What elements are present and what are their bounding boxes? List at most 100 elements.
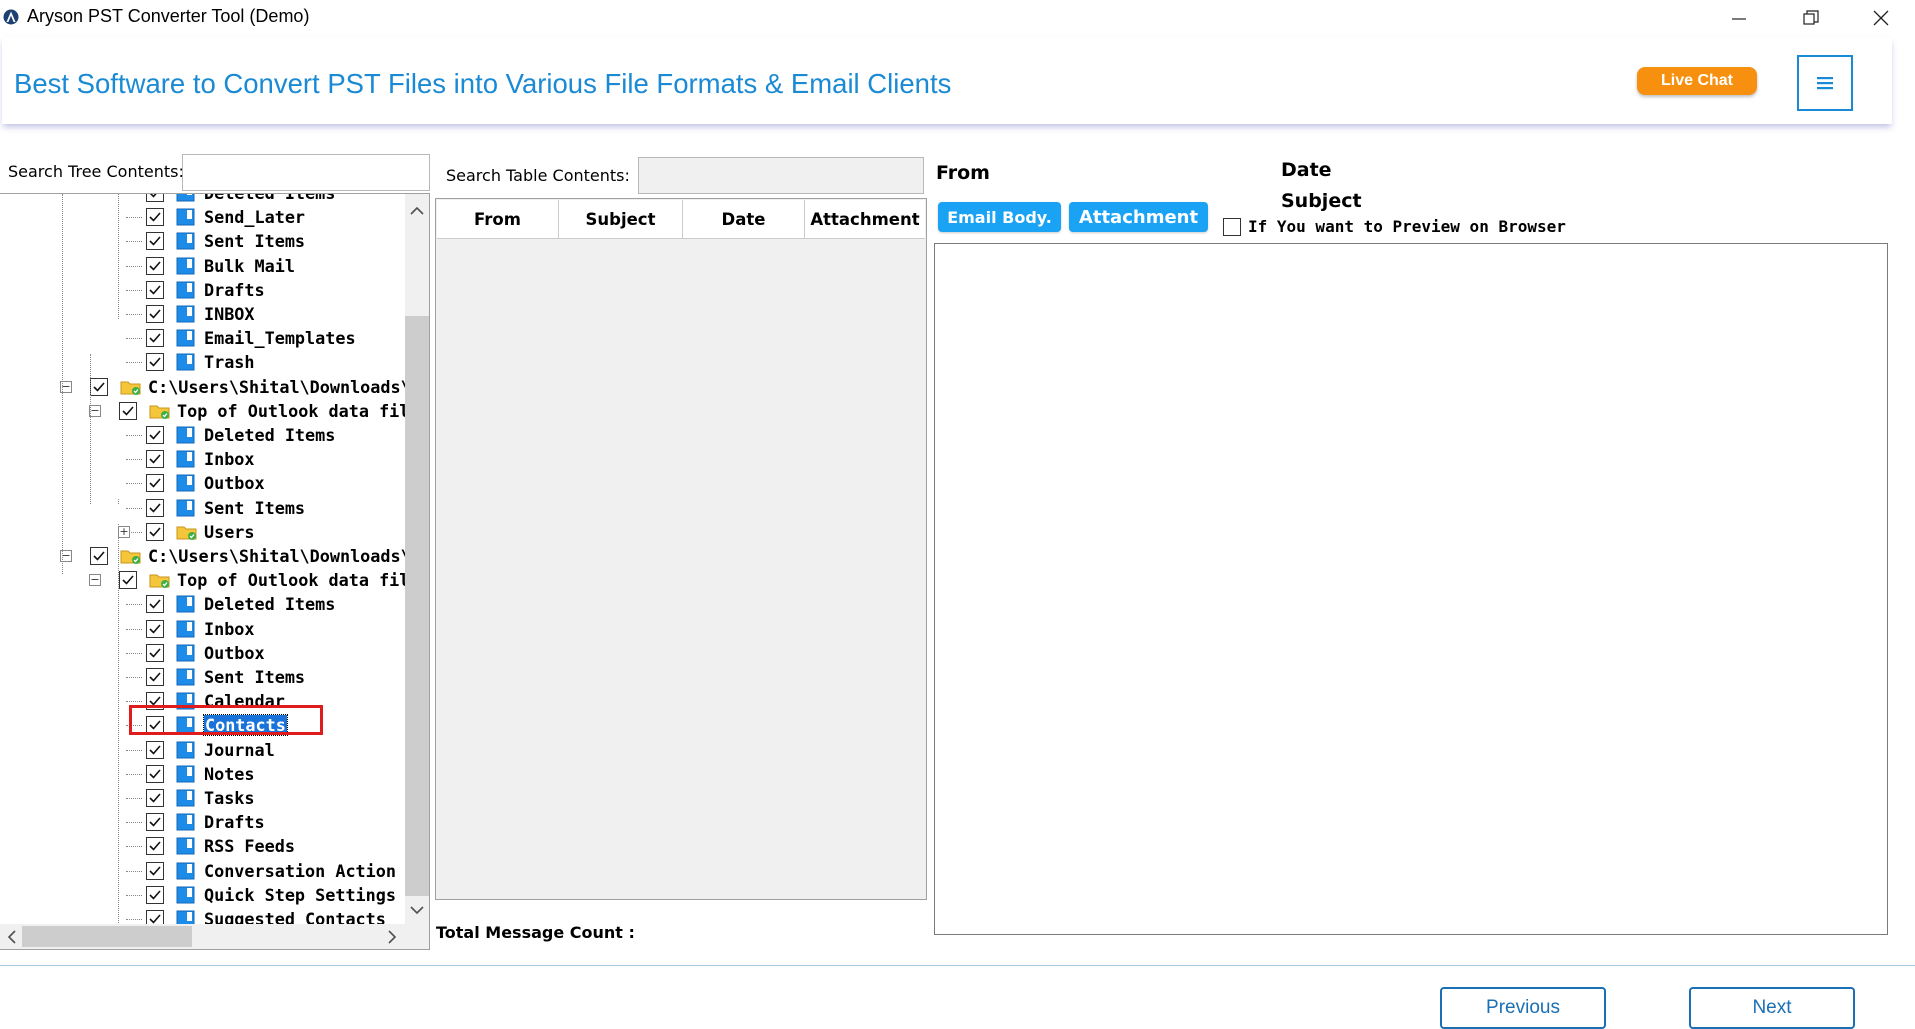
table-search-input[interactable]	[638, 157, 924, 194]
tree-item-label: Deleted Items	[204, 594, 336, 615]
preview-browser-checkbox[interactable]	[1223, 218, 1241, 236]
scroll-down-arrow[interactable]	[405, 900, 429, 920]
tree-item[interactable]: Sent Items	[142, 496, 305, 520]
tree-item-checkbox[interactable]	[142, 592, 168, 616]
tree-item[interactable]: Deleted Items	[142, 592, 335, 616]
chevron-up-icon	[410, 206, 424, 215]
checkbox-checked-icon	[146, 498, 164, 517]
tree-item-checkbox[interactable]	[115, 399, 141, 423]
expand-icon[interactable]: +	[118, 525, 130, 538]
tree-item-label: C:\Users\Shital\Downloads\a	[148, 546, 421, 566]
tree-connector	[126, 289, 142, 291]
column-header-attachment[interactable]: Attachment	[805, 200, 925, 238]
tree-item-checkbox[interactable]	[142, 617, 168, 641]
folder-blue-icon	[176, 305, 196, 323]
tree-item[interactable]: INBOX	[142, 302, 255, 326]
tree-item-label: RSS Feeds	[204, 836, 295, 857]
tree-item[interactable]: Conversation Action Set	[142, 859, 429, 883]
hamburger-menu-button[interactable]	[1797, 55, 1853, 111]
tree-item-checkbox[interactable]	[142, 738, 168, 762]
tree-connector	[126, 773, 142, 775]
tree-search-input[interactable]	[182, 154, 430, 191]
tree-item-checkbox[interactable]	[142, 447, 168, 471]
attachment-button[interactable]: Attachment	[1069, 202, 1208, 232]
tree-item[interactable]: Inbox	[142, 447, 255, 471]
tree-item[interactable]: Drafts	[142, 810, 265, 834]
checkbox-checked-icon	[146, 474, 164, 493]
tree-item-checkbox[interactable]	[142, 278, 168, 302]
tree-connector	[126, 846, 142, 848]
tree-item[interactable]: RSS Feeds	[142, 834, 295, 858]
scroll-up-arrow[interactable]	[405, 200, 429, 220]
email-body-button[interactable]: Email Body.	[938, 202, 1061, 232]
tree-item-checkbox[interactable]	[142, 834, 168, 858]
tree-item[interactable]: Bulk Mail	[142, 254, 295, 278]
close-icon	[1873, 10, 1889, 25]
tree-item-checkbox[interactable]	[142, 350, 168, 374]
collapse-icon[interactable]: −	[89, 574, 101, 587]
previous-button[interactable]: Previous	[1440, 987, 1606, 1029]
tree-item[interactable]: C:\Users\Shital\Downloads\a	[86, 544, 421, 568]
tree-item-checkbox[interactable]	[142, 665, 168, 689]
next-button[interactable]: Next	[1689, 987, 1855, 1029]
scroll-left-arrow[interactable]	[2, 926, 20, 947]
tree-item-checkbox[interactable]	[142, 641, 168, 665]
tree-item-checkbox[interactable]	[142, 496, 168, 520]
tree-connector	[126, 483, 142, 485]
tree-item-checkbox[interactable]	[142, 762, 168, 786]
checkbox-checked-icon	[146, 789, 164, 807]
tree-item-checkbox[interactable]	[142, 229, 168, 253]
tree-item-checkbox[interactable]	[142, 520, 168, 544]
tree-item[interactable]: Outbox	[142, 471, 265, 495]
tree-item-label: Journal	[204, 739, 275, 760]
tree-horizontal-scroll-thumb[interactable]	[22, 926, 192, 947]
tree-item-checkbox[interactable]	[142, 859, 168, 883]
tree-connector	[126, 749, 142, 751]
tree-item-checkbox[interactable]	[142, 810, 168, 834]
tree-item[interactable]: Sent Items	[142, 665, 305, 689]
tree-item-checkbox[interactable]	[142, 786, 168, 810]
tree-item[interactable]: Drafts	[142, 278, 265, 302]
tree-item-checkbox[interactable]	[142, 194, 168, 205]
tree-item[interactable]: Quick Step Settings	[142, 883, 396, 907]
hamburger-icon	[1817, 77, 1833, 90]
tree-item[interactable]: Deleted Items	[142, 194, 335, 205]
tree-vertical-scroll-thumb[interactable]	[405, 316, 429, 896]
pst-file-icon	[149, 571, 170, 589]
tree-item[interactable]: Tasks	[142, 786, 255, 810]
scroll-right-arrow[interactable]	[383, 926, 401, 947]
checkbox-checked-icon	[146, 194, 164, 202]
close-button[interactable]	[1853, 0, 1909, 35]
restore-button[interactable]	[1783, 0, 1839, 35]
tree-item[interactable]: Users	[142, 520, 255, 544]
tree-item-checkbox[interactable]	[142, 205, 168, 229]
tree-connector	[126, 265, 142, 267]
tree-item[interactable]: Sent Items	[142, 229, 305, 253]
tree-item[interactable]: Outbox	[142, 641, 265, 665]
tree-connector	[126, 822, 142, 824]
tree-item-checkbox[interactable]	[142, 471, 168, 495]
live-chat-button[interactable]: Live Chat	[1637, 67, 1757, 95]
tree-item-checkbox[interactable]	[142, 326, 168, 350]
tree-item[interactable]: C:\Users\Shital\Downloads\a	[86, 375, 421, 399]
column-header-date[interactable]: Date	[683, 200, 805, 238]
tree-item[interactable]: Top of Outlook data file	[115, 568, 419, 592]
tree-item-checkbox[interactable]	[142, 883, 168, 907]
tree-item-checkbox[interactable]	[142, 423, 168, 447]
scroll-corner	[405, 924, 429, 949]
tree-item[interactable]: Trash	[142, 350, 255, 374]
column-header-from[interactable]: From	[437, 200, 559, 238]
tree-item[interactable]: Send_Later	[142, 205, 305, 229]
tree-item[interactable]: Inbox	[142, 617, 255, 641]
tree-item-checkbox[interactable]	[142, 254, 168, 278]
tree-item-checkbox[interactable]	[86, 544, 112, 568]
tree-item[interactable]: Notes	[142, 762, 255, 786]
tree-item[interactable]: Email_Templates	[142, 326, 356, 350]
column-header-subject[interactable]: Subject	[559, 200, 683, 238]
checkbox-checked-icon	[146, 329, 164, 348]
tree-item[interactable]: Journal	[142, 738, 275, 762]
tree-item[interactable]: Top of Outlook data file	[115, 399, 419, 423]
minimize-button[interactable]	[1711, 0, 1767, 35]
tree-item-checkbox[interactable]	[142, 302, 168, 326]
tree-item[interactable]: Deleted Items	[142, 423, 335, 447]
